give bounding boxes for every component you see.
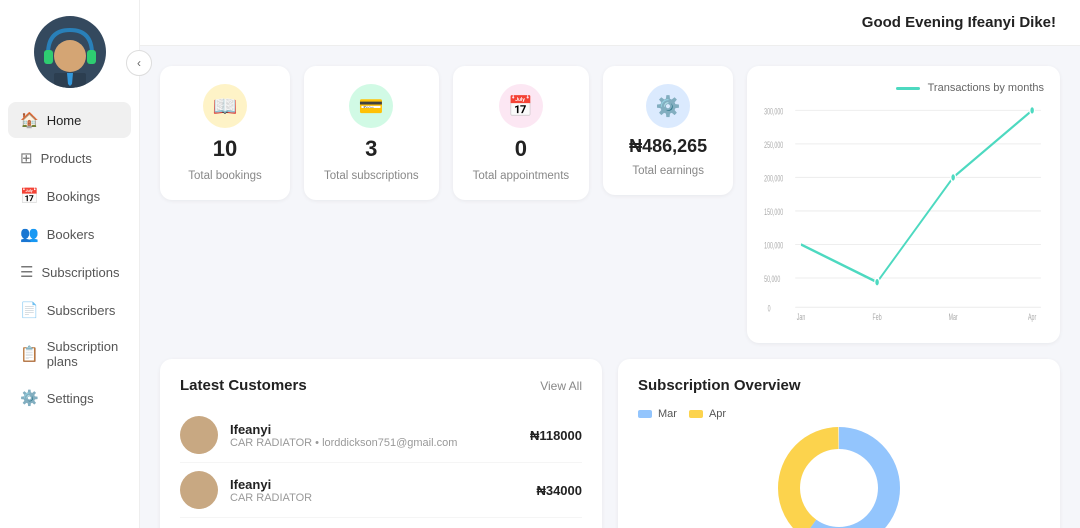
- transactions-chart: Transactions by months 300,000 250,000 2…: [747, 66, 1060, 343]
- customer-info: Ifeanyi CAR RADIATOR • lorddickson751@gm…: [230, 422, 518, 449]
- legend-dot-apr: [689, 410, 703, 418]
- svg-text:Feb: Feb: [873, 311, 882, 322]
- bookings-value: 10: [213, 136, 237, 162]
- home-icon: 🏠: [20, 111, 39, 129]
- appointments-value: 0: [515, 136, 527, 162]
- legend-item-mar: Mar: [638, 408, 677, 420]
- table-row: Ifeanyi CAR RADIATOR ₦34000: [180, 463, 582, 518]
- bookings-icon: 📅: [20, 187, 39, 205]
- sidebar-item-subscribers[interactable]: 📄 Subscribers: [8, 292, 131, 328]
- stat-cards: 📖 10 Total bookings 💳 3 Total subscripti…: [160, 66, 733, 200]
- overview-title: Subscription Overview: [638, 377, 801, 394]
- sidebar: ‹ 🏠 Home ⊞ Products 📅 Bo: [0, 0, 140, 528]
- bookers-icon: 👥: [20, 225, 39, 243]
- sidebar-item-bookings[interactable]: 📅 Bookings: [8, 178, 131, 214]
- sidebar-nav: 🏠 Home ⊞ Products 📅 Bookings 👥 Bookers ☰…: [0, 102, 139, 416]
- sidebar-item-subscribers-label: Subscribers: [47, 303, 116, 318]
- customer-amount: ₦118000: [530, 428, 582, 443]
- sidebar-item-subscription-plans-label: Subscription plans: [47, 339, 119, 369]
- legend-apr-label: Apr: [709, 408, 726, 420]
- legend-mar-label: Mar: [658, 408, 677, 420]
- settings-icon: ⚙️: [20, 389, 39, 407]
- latest-customers-panel: Latest Customers View All Ifeanyi CAR RA…: [160, 359, 602, 528]
- sidebar-item-products-label: Products: [41, 151, 92, 166]
- stat-card-appointments: 📅 0 Total appointments: [453, 66, 590, 200]
- svg-text:100,000: 100,000: [764, 240, 783, 251]
- subscription-plans-icon: 📋: [20, 345, 39, 363]
- stats-chart-row: 📖 10 Total bookings 💳 3 Total subscripti…: [160, 66, 1060, 343]
- customers-panel-header: Latest Customers View All: [180, 377, 582, 394]
- legend-item-apr: Apr: [689, 408, 726, 420]
- products-icon: ⊞: [20, 149, 33, 167]
- content-area: 📖 10 Total bookings 💳 3 Total subscripti…: [140, 46, 1080, 528]
- customers-panel-title: Latest Customers: [180, 377, 307, 394]
- bookings-label: Total bookings: [188, 170, 262, 182]
- svg-text:150,000: 150,000: [764, 206, 783, 217]
- svg-text:Apr: Apr: [1028, 311, 1037, 322]
- sidebar-item-settings-label: Settings: [47, 391, 94, 406]
- svg-text:Mar: Mar: [949, 311, 958, 322]
- greeting-text: Good Evening Ifeanyi Dike!: [862, 14, 1056, 31]
- subscribers-icon: 📄: [20, 301, 39, 319]
- line-chart-svg: 300,000 250,000 200,000 150,000 100,000 …: [763, 102, 1044, 322]
- main-content: Good Evening Ifeanyi Dike! 📖 10 Total bo…: [140, 0, 1080, 528]
- customer-name: Ifeanyi: [230, 422, 518, 437]
- svg-text:0: 0: [768, 303, 771, 314]
- customer-info: Ifeanyi CAR RADIATOR: [230, 477, 524, 504]
- sidebar-item-bookings-label: Bookings: [47, 189, 100, 204]
- sidebar-item-home[interactable]: 🏠 Home: [8, 102, 131, 138]
- sidebar-item-bookers[interactable]: 👥 Bookers: [8, 216, 131, 252]
- legend-dot-mar: [638, 410, 652, 418]
- avatar: [180, 416, 218, 454]
- avatar: [34, 16, 106, 88]
- table-row: Ifeanyi CAR RADIATOR • lorddickson751@gm…: [180, 408, 582, 463]
- earnings-card-icon: ⚙️: [646, 84, 690, 128]
- subscriptions-icon: ☰: [20, 263, 33, 281]
- earnings-label: Total earnings: [632, 165, 704, 177]
- customer-amount: ₦34000: [536, 483, 582, 498]
- sidebar-collapse-button[interactable]: ‹: [126, 50, 152, 76]
- overview-panel-header: Subscription Overview: [638, 377, 1040, 394]
- svg-text:300,000: 300,000: [764, 106, 783, 117]
- appointments-card-icon: 📅: [499, 84, 543, 128]
- svg-text:Jan: Jan: [797, 311, 805, 322]
- overview-legend: Mar Apr: [638, 408, 1040, 420]
- appointments-label: Total appointments: [473, 170, 570, 182]
- customer-sub: CAR RADIATOR • lorddickson751@gmail.com: [230, 437, 518, 449]
- stat-card-earnings: ⚙️ ₦486,265 Total earnings: [603, 66, 733, 195]
- subscription-overview-panel: Subscription Overview Mar Apr: [618, 359, 1060, 528]
- sidebar-item-home-label: Home: [47, 113, 82, 128]
- chart-legend-label: Transactions by months: [928, 82, 1044, 94]
- subscriptions-label: Total subscriptions: [324, 170, 419, 182]
- sidebar-item-subscriptions[interactable]: ☰ Subscriptions: [8, 254, 131, 290]
- sidebar-item-settings[interactable]: ⚙️ Settings: [8, 380, 131, 416]
- bottom-row: Latest Customers View All Ifeanyi CAR RA…: [160, 359, 1060, 528]
- stat-card-subscriptions: 💳 3 Total subscriptions: [304, 66, 439, 200]
- chart-legend: Transactions by months: [763, 82, 1044, 94]
- svg-text:250,000: 250,000: [764, 139, 783, 150]
- stat-card-bookings: 📖 10 Total bookings: [160, 66, 290, 200]
- svg-text:50,000: 50,000: [764, 274, 780, 285]
- customer-sub: CAR RADIATOR: [230, 492, 524, 504]
- sidebar-item-subscription-plans[interactable]: 📋 Subscription plans: [8, 330, 131, 378]
- customer-name: Ifeanyi: [230, 477, 524, 492]
- avatar: [180, 471, 218, 509]
- topbar: Good Evening Ifeanyi Dike!: [140, 0, 1080, 46]
- sidebar-item-products[interactable]: ⊞ Products: [8, 140, 131, 176]
- svg-text:200,000: 200,000: [764, 173, 783, 184]
- bookings-card-icon: 📖: [203, 84, 247, 128]
- legend-line: [896, 87, 920, 90]
- subscriptions-value: 3: [365, 136, 377, 162]
- donut-chart-area: [638, 428, 1040, 528]
- sidebar-item-subscriptions-label: Subscriptions: [41, 265, 119, 280]
- subscriptions-card-icon: 💳: [349, 84, 393, 128]
- view-all-link[interactable]: View All: [540, 379, 582, 393]
- earnings-value: ₦486,265: [629, 136, 707, 157]
- donut-chart-svg: [774, 423, 904, 528]
- sidebar-item-bookers-label: Bookers: [47, 227, 95, 242]
